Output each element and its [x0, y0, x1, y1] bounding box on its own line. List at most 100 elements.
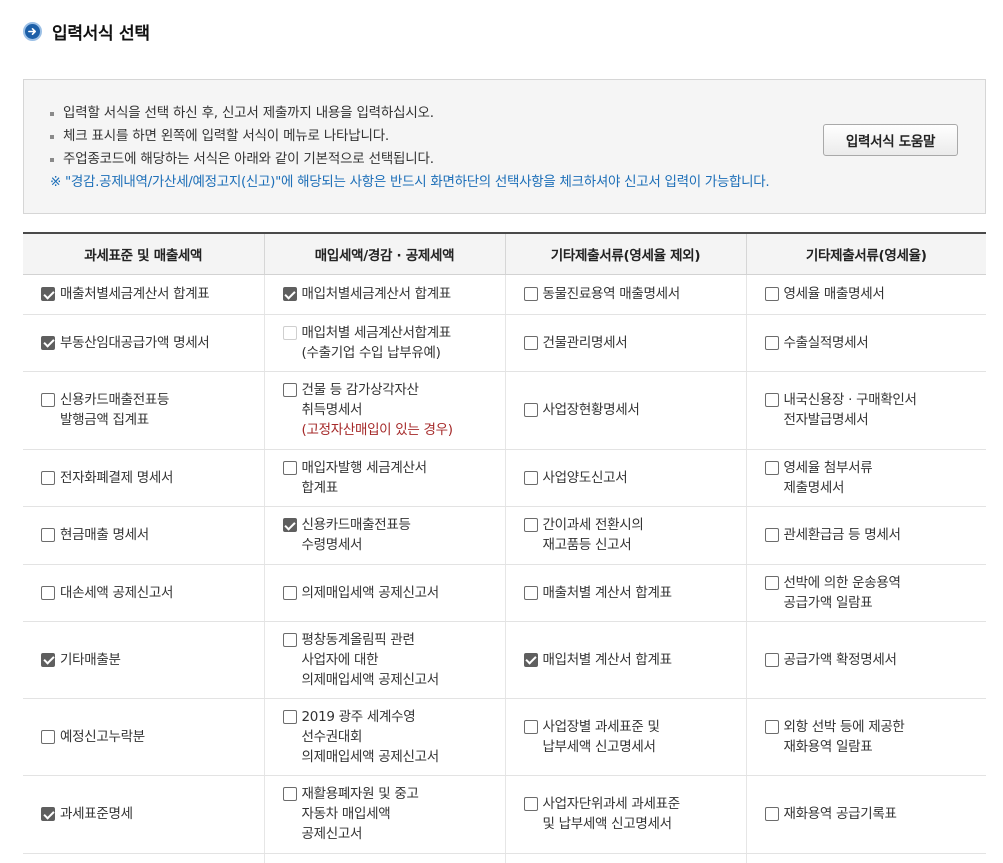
checkbox-icon[interactable]	[282, 585, 297, 600]
checkbox-icon[interactable]	[523, 335, 538, 350]
checkbox-label-line: (고정자산매입이 있는 경우)	[301, 422, 454, 438]
checkbox-icon[interactable]	[764, 287, 779, 301]
checkbox-label-line: 재고품등 신고서	[542, 537, 632, 553]
checkbox-icon[interactable]	[523, 403, 538, 417]
form-checkbox-option[interactable]: 영세율 첨부서류 제출명세서	[764, 458, 987, 498]
form-checkbox-option[interactable]: 선박에 의한 운송용역 공급가액 일람표	[764, 573, 987, 613]
form-checkbox-option[interactable]: 간이과세 전환시의 재고품등 신고서	[523, 515, 746, 555]
checkbox-icon[interactable]	[41, 393, 55, 407]
table-cell: 평창동계올림픽 관련 사업자에 대한 의제매입세액 공제신고서	[263, 621, 505, 699]
checkbox-checked-icon[interactable]	[41, 807, 55, 821]
checkbox-label-line: 재활용폐자원 및 중고	[301, 786, 419, 802]
table-body: 매출처별세금계산서 합계표 매입처별세금계산서 합계표 동물진료용역 매출명세서 영세…	[23, 274, 986, 863]
form-checkbox-option[interactable]: 매입처별세금계산서 합계표	[282, 284, 505, 304]
checkbox-icon[interactable]	[282, 787, 297, 801]
checkbox-icon[interactable]	[282, 460, 297, 475]
checkbox-label: 과세표준명세	[60, 804, 133, 824]
checkbox-icon[interactable]	[764, 807, 779, 821]
form-checkbox-option[interactable]: 신용카드매출전표등 수령명세서	[282, 515, 505, 555]
checkbox-label-line: 매입자발행 세금계산서	[301, 459, 428, 476]
checkbox-checked-icon[interactable]	[282, 287, 297, 301]
checkbox-icon[interactable]	[282, 632, 297, 647]
form-checkbox-option[interactable]: 사업장별 과세표준 및 납부세액 신고명세서	[523, 717, 746, 757]
checkbox-label: 매출처별 계산서 합계표	[543, 583, 672, 603]
form-checkbox-option[interactable]: 관세환급금 등 명세서	[764, 525, 987, 545]
checkbox-label-line: 선수권대회	[301, 728, 363, 745]
form-checkbox-option[interactable]: 매입자발행 세금계산서 합계표	[282, 458, 505, 498]
form-checkbox-option[interactable]: 매출처별세금계산서 합계표	[41, 284, 264, 304]
form-checkbox-option[interactable]: 동물진료용역 매출명세서	[523, 284, 746, 304]
info-list: 입력할 서식을 선택 하신 후, 신고서 제출까지 내용을 입력하십시오. 체크…	[50, 102, 434, 171]
checkbox-label: 사업양도신고서	[543, 468, 628, 488]
checkbox-icon[interactable]	[764, 652, 779, 667]
checkbox-checked-icon[interactable]	[523, 652, 538, 667]
checkbox-icon[interactable]	[523, 797, 538, 811]
checkbox-icon[interactable]	[41, 585, 55, 600]
checkbox-icon[interactable]	[764, 528, 779, 542]
checkbox-icon[interactable]	[764, 575, 779, 590]
form-checkbox-option[interactable]: 신용카드매출전표등 발행금액 집계표	[41, 390, 264, 430]
checkbox-icon[interactable]	[523, 719, 538, 734]
form-checkbox-option[interactable]: 예정신고누락분	[41, 727, 264, 747]
checkbox-label-line: 공제신고서	[301, 826, 363, 842]
checkbox-label-line: 매출처별세금계산서 합계표	[60, 286, 210, 302]
form-checkbox-option[interactable]: 대손세액 공제신고서	[41, 583, 264, 603]
checkbox-label-line: 과세표준명세	[60, 806, 133, 822]
checkbox-icon[interactable]	[282, 709, 297, 724]
form-help-button[interactable]: 입력서식 도움말	[823, 124, 958, 156]
form-checkbox-option[interactable]: 매입처별 계산서 합계표	[523, 650, 746, 670]
table-cell: 사업장별 과세표준 및 납부세액 신고명세서	[504, 698, 746, 776]
checkbox-icon	[282, 325, 297, 340]
form-checkbox-option[interactable]: 외항 선박 등에 제공한 재화용역 일람표	[764, 717, 987, 757]
form-checkbox-option[interactable]: 부동산임대공급가액 명세서	[41, 333, 264, 353]
checkbox-icon[interactable]	[41, 470, 55, 485]
checkbox-icon[interactable]	[523, 585, 538, 600]
form-checkbox-option[interactable]: 전자화폐결제 명세서	[41, 468, 264, 488]
form-checkbox-option[interactable]: 내국신용장 · 구매확인서 전자발급명세서	[764, 390, 987, 430]
form-checkbox-option[interactable]: 사업장현황명세서	[523, 400, 746, 420]
form-checkbox-option[interactable]: 건물 등 감가상각자산 취득명세서 (고정자산매입이 있는 경우)	[282, 380, 505, 440]
form-checkbox-option[interactable]: 재화용역 공급기록표	[764, 804, 987, 824]
form-checkbox-option[interactable]: 영세율 매출명세서	[764, 284, 987, 304]
form-checkbox-option[interactable]: 기타매출분	[41, 650, 264, 670]
form-checkbox-option[interactable]: 평창동계올림픽 관련 사업자에 대한 의제매입세액 공제신고서	[282, 630, 505, 690]
form-checkbox-option[interactable]: 과세표준명세	[41, 804, 264, 824]
table-cell: 신용카드매출전표등 발행금액 집계표	[23, 371, 264, 450]
page-title: 입력서식 선택	[52, 23, 150, 44]
form-checkbox-option[interactable]: 2019 광주 세계수영 선수권대회 의제매입세액 공제신고서	[282, 707, 505, 767]
checkbox-icon[interactable]	[523, 470, 538, 485]
checkbox-icon[interactable]	[282, 383, 297, 397]
checkbox-icon[interactable]	[41, 729, 55, 744]
checkbox-label: 영세율 첨부서류 제출명세서	[784, 458, 873, 498]
checkbox-label-line: 내국신용장 · 구매확인서	[783, 392, 917, 408]
column-header: 과세표준 및 매출세액	[23, 233, 264, 275]
table-cell: 현금매출 명세서	[23, 506, 264, 565]
form-checkbox-option[interactable]: 사업양도신고서	[523, 468, 746, 488]
checkbox-checked-icon[interactable]	[41, 652, 55, 667]
form-checkbox-option[interactable]: 사업자단위과세 과세표준 및 납부세액 신고명세서	[523, 794, 746, 834]
checkbox-icon[interactable]	[523, 518, 538, 532]
form-checkbox-option[interactable]: 재활용폐자원 및 중고 자동차 매입세액 공제신고서	[282, 784, 505, 844]
checkbox-checked-icon[interactable]	[41, 335, 55, 350]
checkbox-label: 예정신고누락분	[60, 727, 145, 747]
checkbox-icon[interactable]	[523, 287, 538, 301]
form-checkbox-option[interactable]: 의제매입세액 공제신고서	[282, 583, 505, 603]
form-checkbox-option[interactable]: 수출실적명세서	[764, 333, 987, 353]
table-cell: 대손세액 공제신고서	[23, 564, 264, 622]
checkbox-icon[interactable]	[764, 719, 779, 734]
checkbox-checked-icon[interactable]	[41, 287, 55, 301]
form-checkbox-option[interactable]: 공급가액 확정명세서	[764, 650, 987, 670]
table-cell: 예정신고누락분	[23, 698, 264, 776]
table-row: 기타매출분 평창동계올림픽 관련 사업자에 대한 의제매입세액 공제신고서 매입처별 계…	[23, 621, 987, 699]
form-checkbox-option[interactable]: 매출처별 계산서 합계표	[523, 583, 746, 603]
checkbox-label-line: 사업장별 과세표준 및	[542, 718, 660, 735]
checkbox-icon[interactable]	[764, 460, 779, 475]
checkbox-label-line: 기타매출분	[60, 651, 121, 668]
form-checkbox-option[interactable]: 건물관리명세서	[523, 333, 746, 353]
checkbox-icon[interactable]	[764, 335, 779, 350]
form-checkbox-option[interactable]: 매입처별 세금계산서합계표 (수출기업 수입 납부유예)	[282, 323, 505, 363]
checkbox-checked-icon[interactable]	[282, 518, 297, 532]
checkbox-icon[interactable]	[41, 528, 55, 542]
form-checkbox-option[interactable]: 현금매출 명세서	[41, 525, 264, 545]
checkbox-icon[interactable]	[764, 393, 779, 407]
